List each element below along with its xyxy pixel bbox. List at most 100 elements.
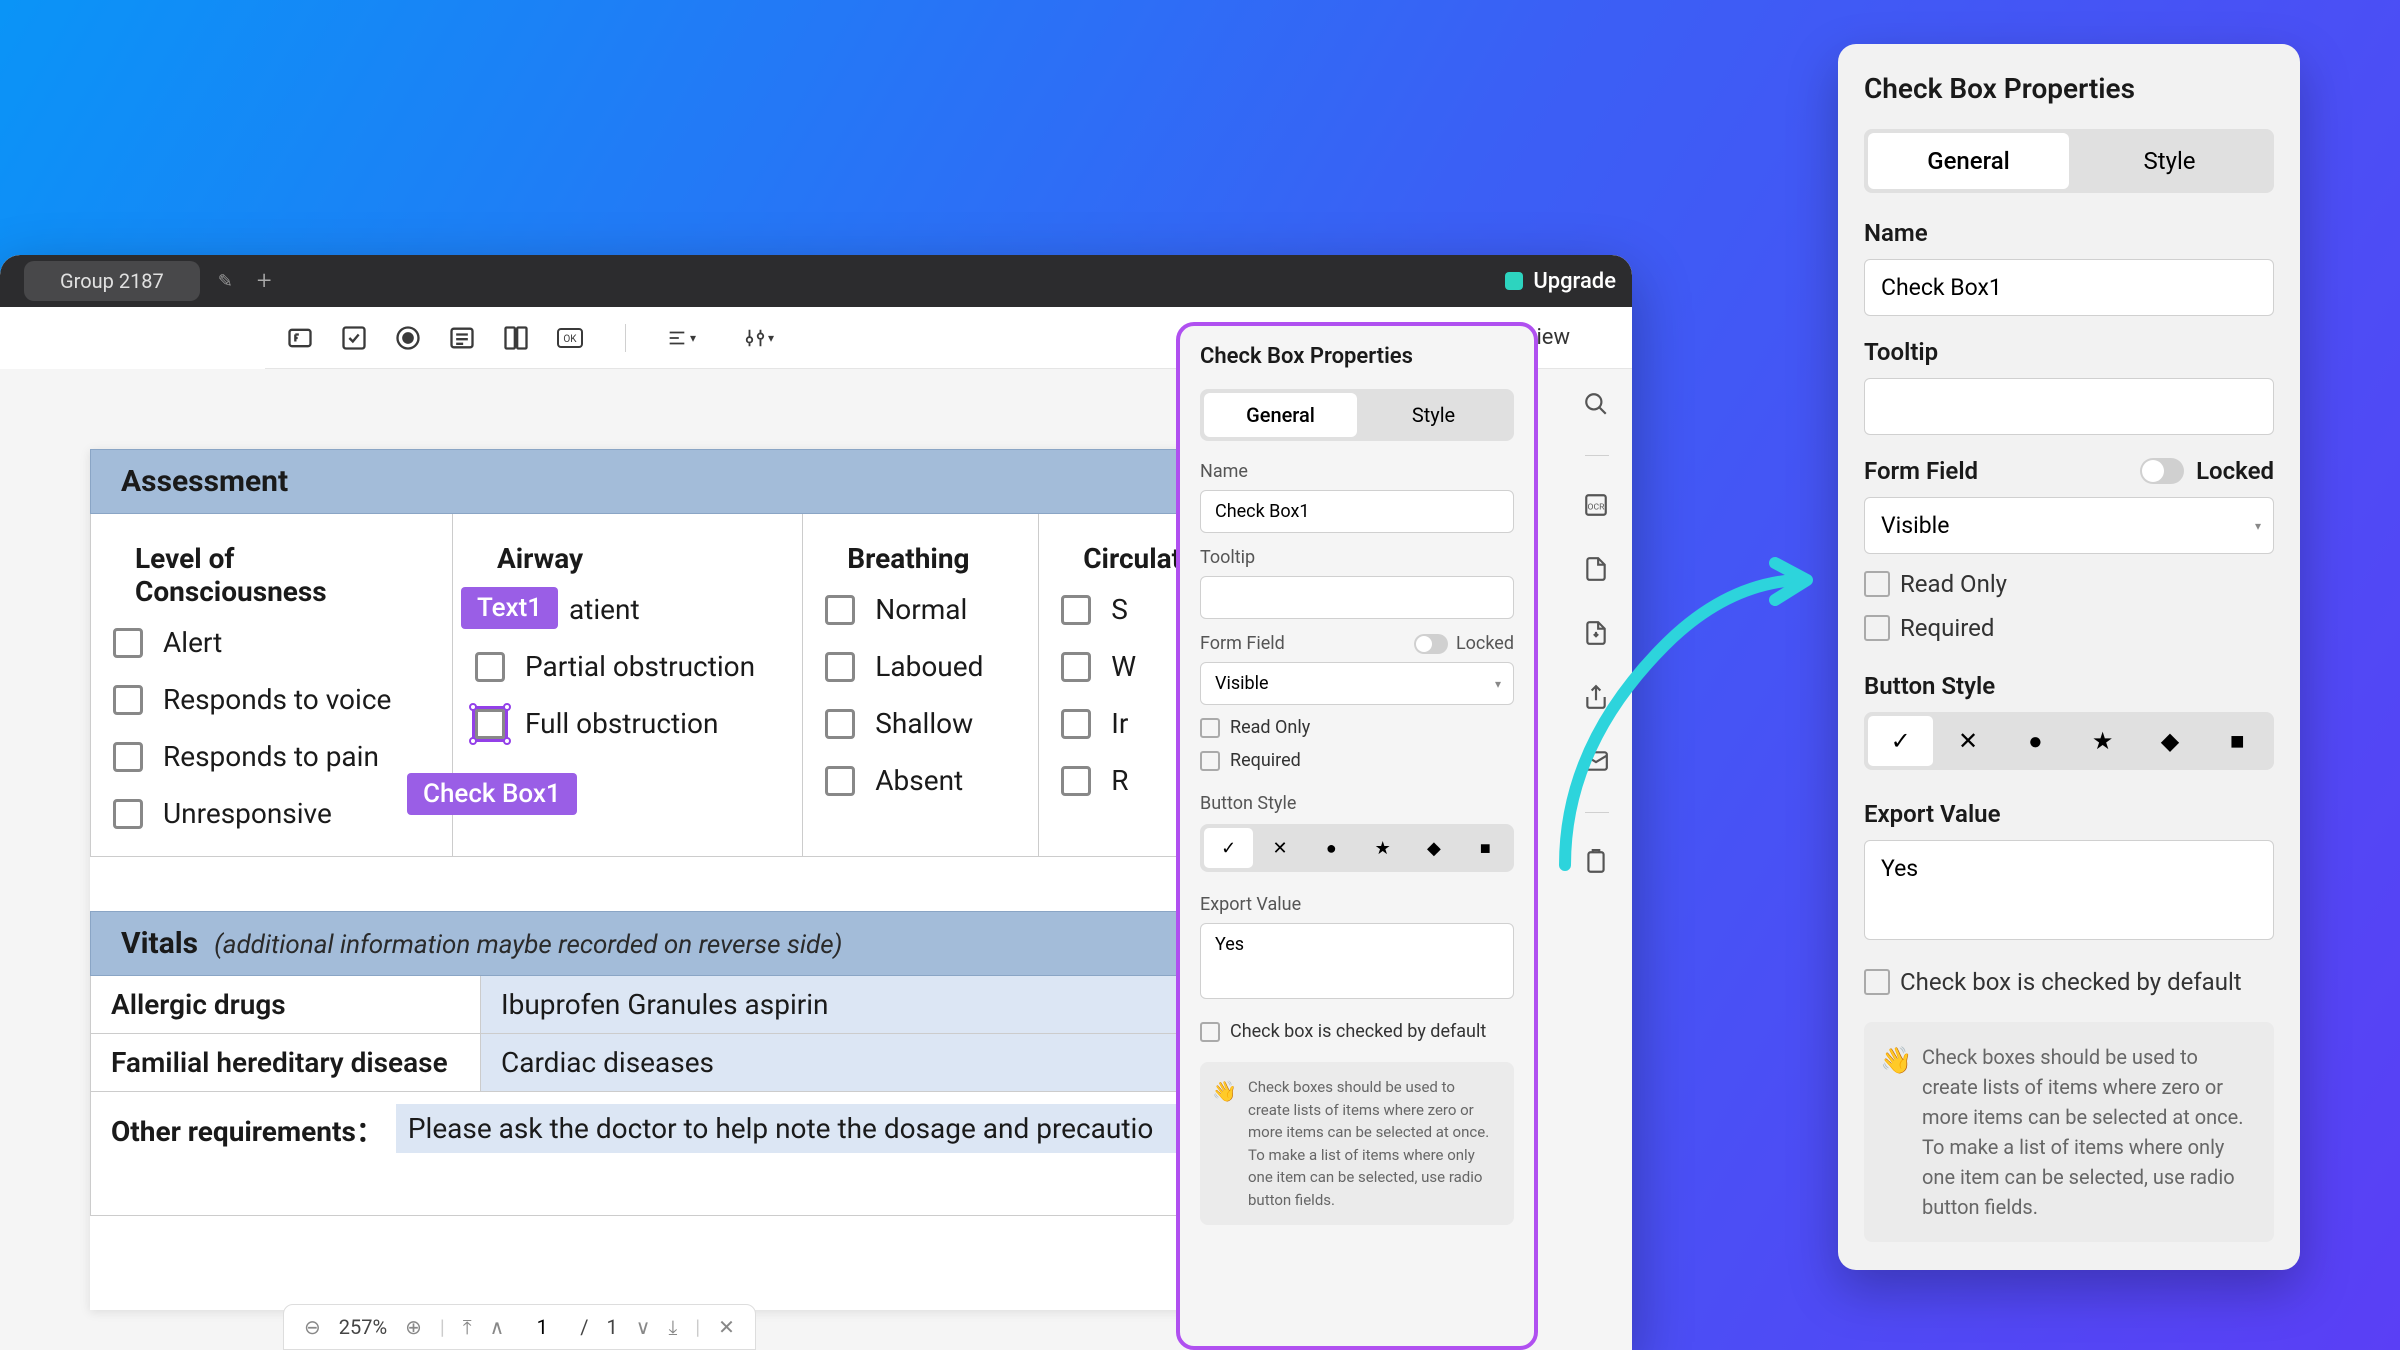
- align-tool-icon[interactable]: ▾: [666, 323, 696, 353]
- first-page-icon[interactable]: ⤒: [463, 1315, 472, 1339]
- export-value-input[interactable]: [1200, 923, 1514, 999]
- tooltip-input[interactable]: [1864, 378, 2274, 435]
- text-field-tool-icon[interactable]: [285, 323, 315, 353]
- ocr-icon[interactable]: OCR: [1583, 492, 1611, 520]
- page-icon[interactable]: [1583, 556, 1611, 584]
- tools-icon[interactable]: ▾: [744, 323, 774, 353]
- help-text: Check boxes should be used to create lis…: [1922, 1045, 2244, 1219]
- checkbox-field[interactable]: [825, 652, 855, 682]
- checkbox-field[interactable]: [113, 685, 143, 715]
- style-cross-icon[interactable]: ✕: [1255, 828, 1304, 868]
- next-page-icon[interactable]: ∨: [636, 1315, 651, 1339]
- vitals-row-value[interactable]: Cardiac diseases: [481, 1034, 1264, 1091]
- tab-style[interactable]: Style: [1357, 393, 1510, 437]
- tab-style[interactable]: Style: [2069, 133, 2270, 189]
- style-star-icon[interactable]: ★: [2070, 716, 2135, 766]
- style-square-icon[interactable]: ■: [2205, 716, 2270, 766]
- listbox-tool-icon[interactable]: [501, 323, 531, 353]
- other-req-value[interactable]: Please ask the doctor to help note the d…: [396, 1104, 1244, 1153]
- name-label: Name: [1200, 461, 1514, 482]
- checkbox-field[interactable]: [1061, 595, 1091, 625]
- edit-tab-icon[interactable]: ✎: [218, 271, 233, 292]
- checkbox-label: Unresponsive: [163, 797, 332, 830]
- style-diamond-icon[interactable]: ◆: [2137, 716, 2202, 766]
- checkbox-field[interactable]: [825, 766, 855, 796]
- zoom-level: 257%: [339, 1315, 387, 1339]
- checkbox-label: Responds to voice: [163, 683, 391, 716]
- style-circle-icon[interactable]: ●: [1307, 828, 1356, 868]
- svg-text:OK: OK: [563, 334, 577, 345]
- button-style-group: ✓ ✕ ● ★ ◆ ■: [1200, 824, 1514, 872]
- name-input[interactable]: [1200, 490, 1514, 533]
- panel-title: Check Box Properties: [1864, 72, 2274, 105]
- add-tab-icon[interactable]: +: [257, 266, 272, 296]
- other-req-label: Other requirements：: [111, 1104, 384, 1150]
- pager: ⊖ 257% ⊕ | ⤒ ∧ / 1 ∨ ⤓ | ✕: [283, 1304, 756, 1350]
- required-checkbox[interactable]: [1864, 615, 1890, 641]
- upgrade-icon: [1505, 272, 1523, 290]
- share-icon[interactable]: [1583, 684, 1611, 712]
- radio-tool-icon[interactable]: [393, 323, 423, 353]
- locked-toggle[interactable]: [1414, 634, 1448, 654]
- checkbox-field[interactable]: [1061, 652, 1091, 682]
- checkbox-label: R: [1111, 764, 1128, 797]
- readonly-checkbox[interactable]: [1864, 571, 1890, 597]
- checkbox-field[interactable]: [825, 595, 855, 625]
- document-tab[interactable]: Group 2187: [24, 261, 200, 301]
- zoom-out-icon[interactable]: ⊖: [304, 1315, 321, 1339]
- tooltip-input[interactable]: [1200, 576, 1514, 619]
- dropdown-tool-icon[interactable]: [447, 323, 477, 353]
- field-badge-checkbox1[interactable]: Check Box1: [407, 773, 577, 815]
- help-text: Check boxes should be used to create lis…: [1248, 1078, 1489, 1209]
- field-badge-text1[interactable]: Text1: [461, 587, 558, 629]
- buttonstyle-label: Button Style: [1200, 793, 1514, 814]
- search-icon[interactable]: [1583, 391, 1611, 419]
- upgrade-button[interactable]: Upgrade: [1505, 269, 1616, 294]
- tab-general[interactable]: General: [1868, 133, 2069, 189]
- last-page-icon[interactable]: ⤓: [668, 1315, 677, 1339]
- style-square-icon[interactable]: ■: [1461, 828, 1510, 868]
- page-input[interactable]: [522, 1315, 562, 1339]
- checkbox-tool-icon[interactable]: [339, 323, 369, 353]
- checkbox-field[interactable]: [1061, 709, 1091, 739]
- locked-toggle[interactable]: [2140, 458, 2184, 484]
- visibility-select[interactable]: Visible: [1864, 497, 2274, 554]
- checkbox-field[interactable]: [113, 628, 143, 658]
- titlebar: Group 2187 ✎ + Upgrade: [0, 255, 1632, 307]
- tab-general[interactable]: General: [1204, 393, 1357, 437]
- clipboard-icon[interactable]: [1583, 849, 1611, 877]
- checkbox-field[interactable]: [825, 709, 855, 739]
- style-check-icon[interactable]: ✓: [1204, 828, 1253, 868]
- style-star-icon[interactable]: ★: [1358, 828, 1407, 868]
- checkbox-label: Normal: [875, 593, 967, 626]
- checked-default-checkbox[interactable]: [1200, 1022, 1220, 1042]
- checkbox-field[interactable]: [113, 799, 143, 829]
- checked-default-checkbox[interactable]: [1864, 969, 1890, 995]
- vitals-row-value[interactable]: Ibuprofen Granules aspirin: [481, 976, 1264, 1033]
- mail-icon[interactable]: [1583, 748, 1611, 776]
- checkbox-field[interactable]: [113, 742, 143, 772]
- tooltip-label: Tooltip: [1200, 547, 1514, 568]
- visibility-select[interactable]: Visible: [1200, 662, 1514, 705]
- checkbox-field[interactable]: [1061, 766, 1091, 796]
- name-input[interactable]: [1864, 259, 2274, 316]
- style-cross-icon[interactable]: ✕: [1935, 716, 2000, 766]
- required-checkbox[interactable]: [1200, 751, 1220, 771]
- export-value-input[interactable]: [1864, 840, 2274, 940]
- readonly-checkbox[interactable]: [1200, 718, 1220, 738]
- style-diamond-icon[interactable]: ◆: [1409, 828, 1458, 868]
- rail-divider: [1585, 812, 1609, 813]
- checkbox-field[interactable]: [475, 652, 505, 682]
- button-tool-icon[interactable]: OK: [555, 323, 585, 353]
- prev-page-icon[interactable]: ∧: [490, 1315, 505, 1339]
- compress-icon[interactable]: [1583, 620, 1611, 648]
- checkbox-label: Absent: [875, 764, 963, 797]
- zoom-in-icon[interactable]: ⊕: [405, 1315, 422, 1339]
- properties-panel-embedded: Check Box Properties General Style Name …: [1176, 322, 1538, 1350]
- style-circle-icon[interactable]: ●: [2003, 716, 2068, 766]
- style-check-icon[interactable]: ✓: [1868, 716, 1933, 766]
- checkbox-label: Responds to pain: [163, 740, 379, 773]
- panel-title: Check Box Properties: [1200, 344, 1514, 369]
- selected-checkbox-field[interactable]: [472, 706, 508, 742]
- close-icon[interactable]: ✕: [718, 1315, 735, 1339]
